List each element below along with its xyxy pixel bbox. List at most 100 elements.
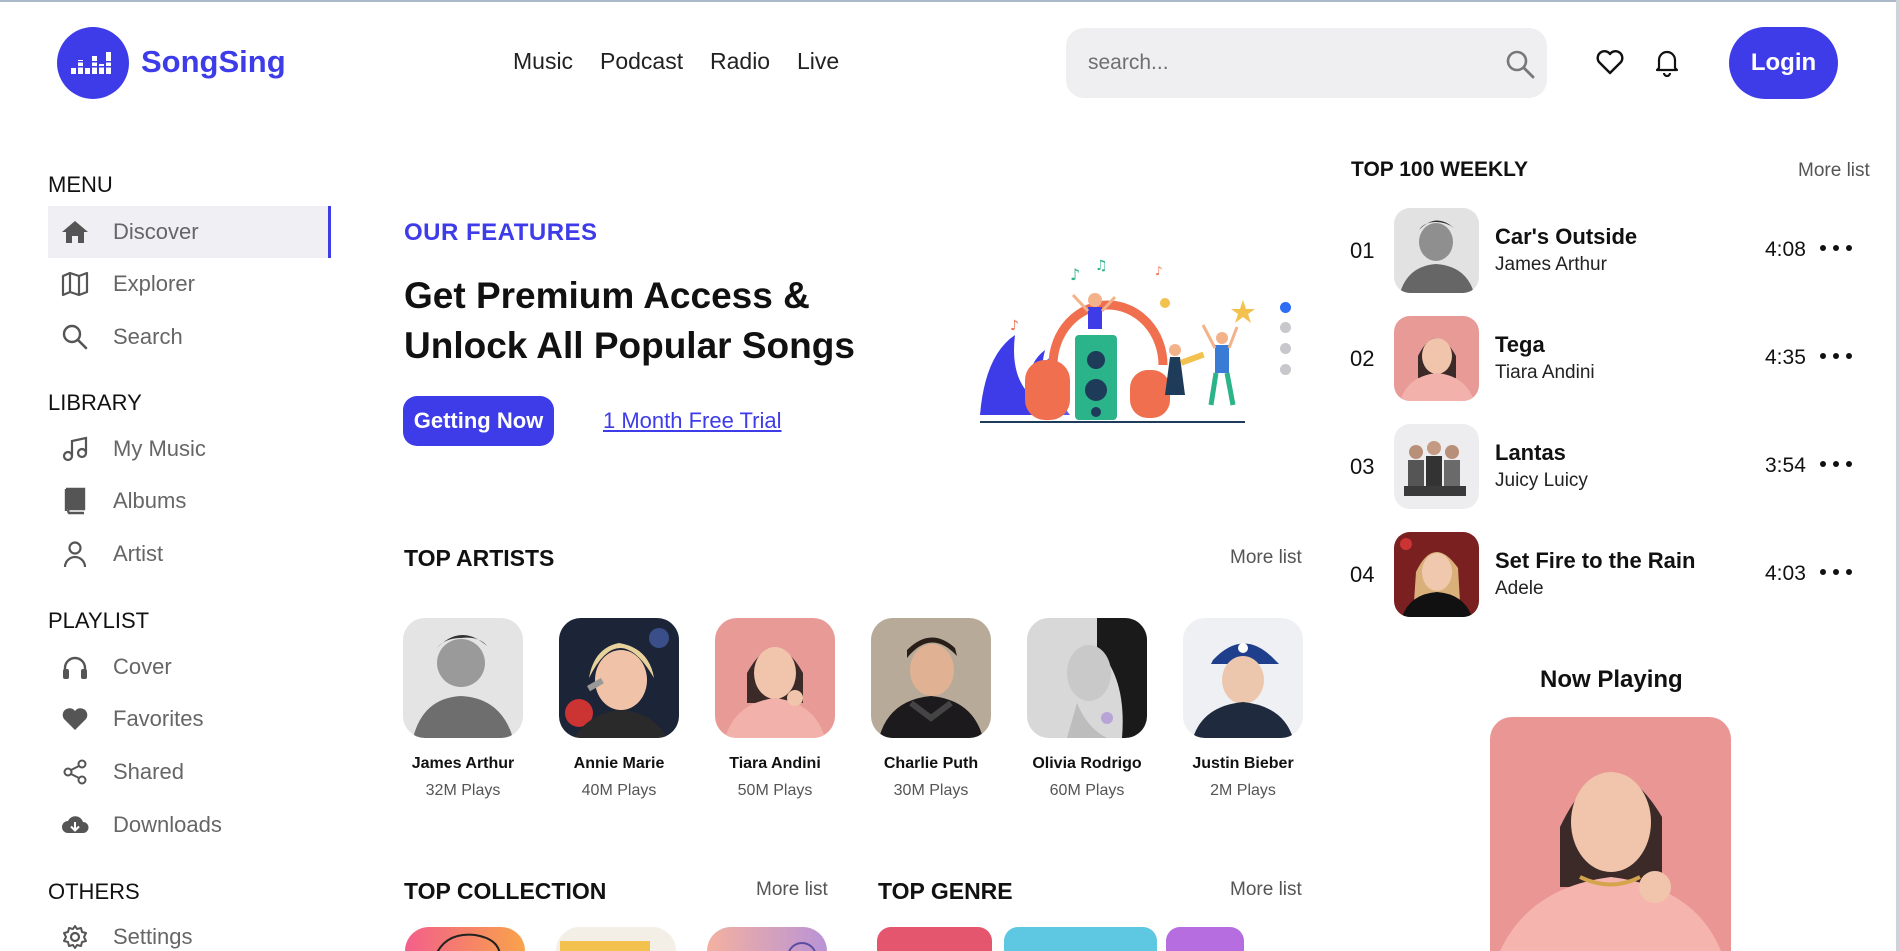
- top-genre-more-link[interactable]: More list: [1230, 879, 1302, 901]
- track-row[interactable]: 02 Tega Tiara Andini 4:35: [1350, 316, 1870, 402]
- track-duration: 4:08: [1765, 238, 1806, 261]
- carousel-dot-1[interactable]: [1280, 302, 1291, 313]
- svg-text:♪: ♪: [1070, 265, 1080, 284]
- track-row[interactable]: 01 Car's Outside James Arthur 4:08: [1350, 208, 1870, 294]
- top-collection-more-link[interactable]: More list: [756, 879, 828, 901]
- sidebar-item-label: Cover: [113, 654, 172, 679]
- person-icon: [60, 539, 90, 569]
- genre-chip[interactable]: [877, 927, 992, 951]
- sidebar-item-label: Albums: [113, 488, 187, 513]
- playlist-heading: PLAYLIST: [48, 608, 150, 633]
- free-trial-link[interactable]: 1 Month Free Trial: [603, 408, 782, 434]
- sidebar-item-cover[interactable]: Cover: [48, 641, 331, 693]
- sidebar-item-discover[interactable]: Discover: [48, 206, 331, 258]
- top-weekly-more-link[interactable]: More list: [1798, 160, 1870, 182]
- sidebar-item-settings[interactable]: Settings: [48, 911, 331, 951]
- sidebar-item-favorites[interactable]: Favorites: [48, 693, 331, 745]
- artist-card[interactable]: Annie Marie 40M Plays: [558, 618, 680, 800]
- track-title: Lantas: [1495, 440, 1566, 465]
- home-icon: [60, 217, 90, 247]
- genre-chip[interactable]: [1004, 927, 1157, 951]
- more-options-icon[interactable]: [1820, 560, 1852, 584]
- search-bar: [1066, 28, 1547, 98]
- page-scrollbar[interactable]: [1896, 0, 1900, 951]
- track-artist: Adele: [1495, 578, 1544, 599]
- cloud-download-icon: [60, 810, 90, 840]
- feature-title-line-2: Unlock All Popular Songs: [404, 325, 855, 366]
- artist-name: James Arthur: [411, 755, 515, 772]
- artist-card[interactable]: James Arthur 32M Plays: [402, 618, 524, 800]
- nav-music[interactable]: Music: [513, 48, 573, 75]
- sidebar-item-label: Search: [113, 324, 183, 349]
- login-button[interactable]: Login: [1729, 27, 1838, 99]
- nav-podcast[interactable]: Podcast: [600, 48, 683, 75]
- music-note-icon: [60, 434, 90, 464]
- nav-radio[interactable]: Radio: [710, 48, 770, 75]
- track-title: Set Fire to the Rain: [1495, 548, 1696, 573]
- nav-live[interactable]: Live: [797, 48, 839, 75]
- track-artist: James Arthur: [1495, 254, 1607, 275]
- artist-card[interactable]: Tiara Andini 50M Plays: [714, 618, 836, 800]
- heart-icon[interactable]: [1595, 47, 1625, 77]
- now-playing-cover[interactable]: [1490, 717, 1731, 951]
- sidebar-item-my-music[interactable]: My Music: [48, 423, 331, 475]
- artist-name: Justin Bieber: [1192, 755, 1294, 772]
- search-input[interactable]: [1088, 48, 1468, 78]
- sidebar-item-explorer[interactable]: Explorer: [48, 258, 331, 310]
- sidebar-item-label: Artist: [113, 541, 164, 566]
- sidebar-item-search[interactable]: Search: [48, 311, 331, 363]
- more-options-icon[interactable]: [1820, 344, 1852, 368]
- artist-photo: [559, 618, 679, 738]
- track-cover: [1394, 316, 1479, 401]
- artist-card[interactable]: Charlie Puth 30M Plays: [870, 618, 992, 800]
- top-artists-more-link[interactable]: More list: [1230, 547, 1302, 569]
- artist-name: Charlie Puth: [883, 755, 979, 772]
- more-options-icon[interactable]: [1820, 236, 1852, 260]
- carousel-dot-2[interactable]: [1280, 322, 1291, 333]
- brand-name[interactable]: SongSing: [141, 44, 286, 80]
- track-row[interactable]: 04 Set Fire to the Rain Adele 4:03: [1350, 532, 1870, 618]
- bell-icon[interactable]: [1652, 47, 1682, 78]
- more-options-icon[interactable]: [1820, 452, 1852, 476]
- genre-chip[interactable]: [1166, 927, 1244, 951]
- carousel-dot-3[interactable]: [1280, 343, 1291, 354]
- feature-kicker: OUR FEATURES: [404, 219, 598, 246]
- search-icon[interactable]: [1504, 48, 1536, 80]
- sidebar-item-label: Settings: [113, 924, 193, 949]
- sidebar-item-label: Explorer: [113, 271, 195, 296]
- collection-card[interactable]: [556, 927, 676, 951]
- artist-photo: [871, 618, 991, 738]
- sidebar-item-albums[interactable]: Albums: [48, 475, 331, 527]
- sidebar-item-artist[interactable]: Artist: [48, 528, 331, 580]
- track-rank: 01: [1350, 238, 1375, 263]
- artist-plays: 2M Plays: [1210, 782, 1276, 799]
- track-rank: 02: [1350, 346, 1375, 371]
- top-collection-title: TOP COLLECTION: [404, 878, 607, 904]
- track-duration: 4:03: [1765, 562, 1806, 585]
- sidebar-item-shared[interactable]: Shared: [48, 746, 331, 798]
- track-artist: Juicy Luicy: [1495, 470, 1588, 491]
- track-row[interactable]: 03 Lantas Juicy Luicy 3:54: [1350, 424, 1870, 510]
- sidebar-item-label: Discover: [113, 219, 199, 244]
- sidebar-item-downloads[interactable]: Downloads: [48, 799, 331, 851]
- getting-now-button[interactable]: Getting Now: [403, 396, 554, 446]
- others-heading: OTHERS: [48, 879, 140, 904]
- artist-photo: [715, 618, 835, 738]
- artist-card[interactable]: Justin Bieber 2M Plays: [1182, 618, 1304, 800]
- collection-card[interactable]: [707, 927, 827, 951]
- track-rank: 03: [1350, 454, 1375, 479]
- track-duration: 4:35: [1765, 346, 1806, 369]
- collection-card[interactable]: [405, 927, 525, 951]
- artist-card[interactable]: Olivia Rodrigo 60M Plays: [1026, 618, 1148, 800]
- now-playing-title: Now Playing: [1540, 666, 1683, 693]
- logo-icon[interactable]: [57, 27, 129, 99]
- artist-name: Tiara Andini: [729, 755, 821, 772]
- svg-text:♫: ♫: [1095, 258, 1108, 274]
- track-title: Car's Outside: [1495, 224, 1638, 249]
- artist-plays: 32M Plays: [425, 782, 501, 799]
- svg-text:♪: ♪: [1010, 318, 1019, 334]
- sidebar-item-label: My Music: [113, 436, 206, 461]
- track-cover: [1394, 424, 1479, 509]
- artist-name: Annie Marie: [573, 755, 665, 772]
- carousel-dot-4[interactable]: [1280, 364, 1291, 375]
